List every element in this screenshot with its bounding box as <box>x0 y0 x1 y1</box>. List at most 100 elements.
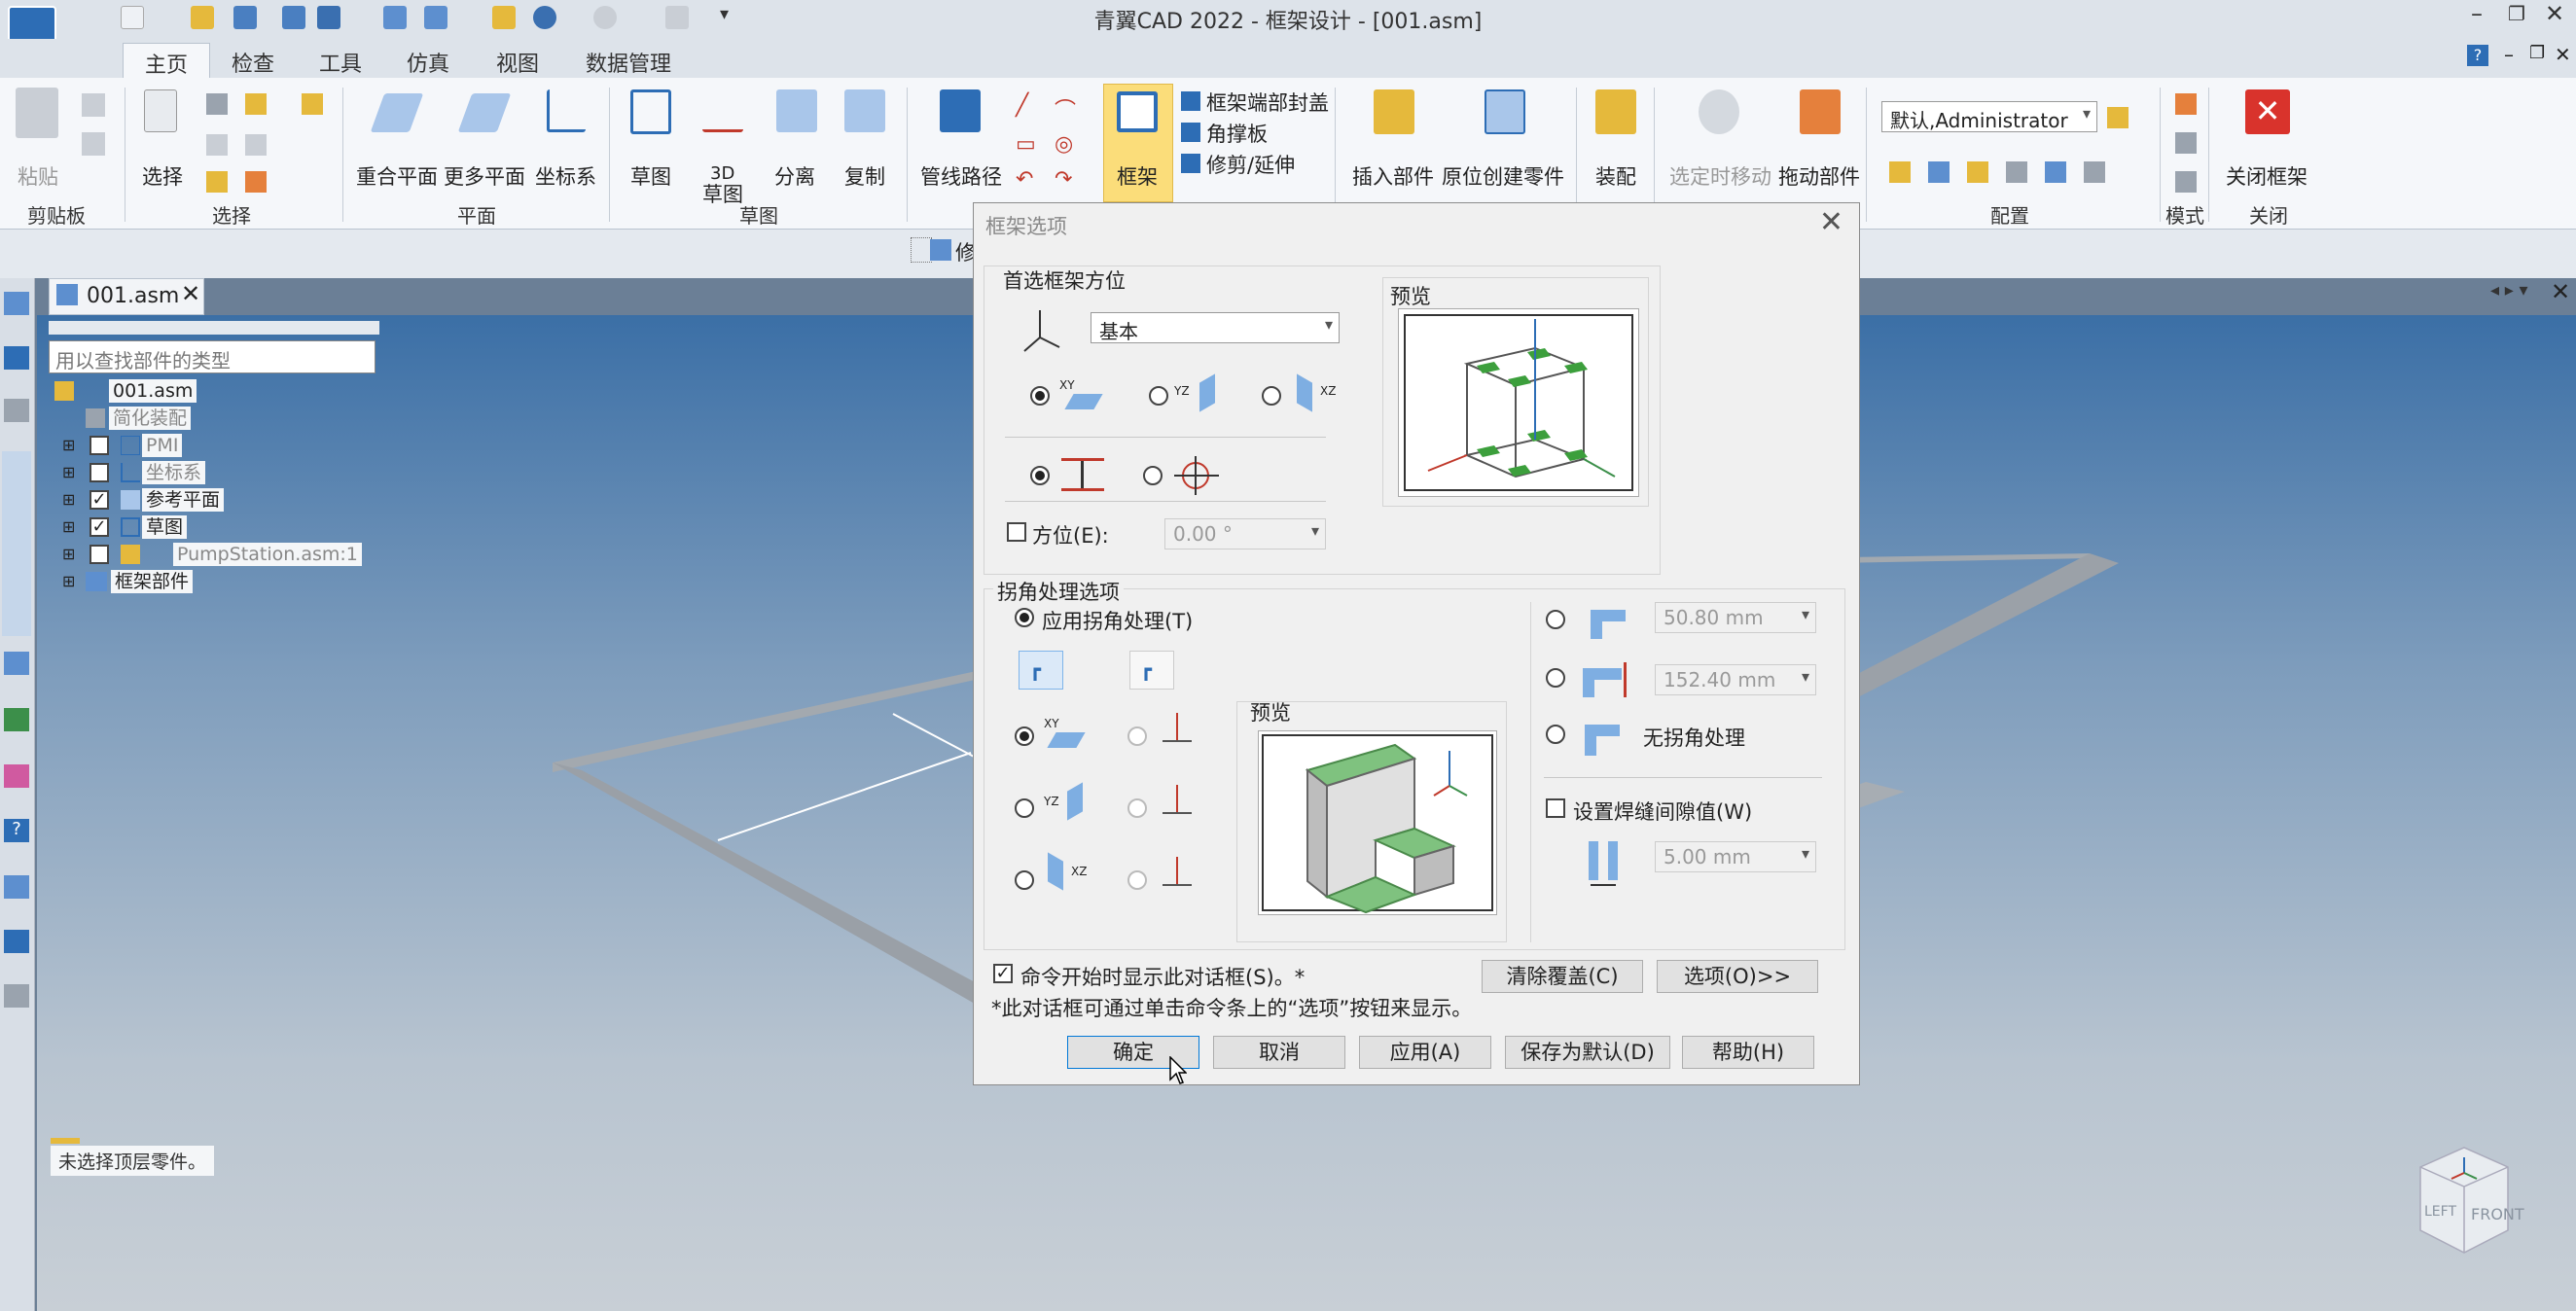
trim-extend-icon[interactable] <box>1181 154 1200 173</box>
corner-yz-alt-radio[interactable] <box>1127 798 1147 818</box>
trim-extend-button[interactable]: 修剪/延伸 <box>1206 150 1295 179</box>
sketch-3d-icon[interactable] <box>702 89 743 132</box>
expand-icon[interactable]: ⊞ <box>62 572 75 590</box>
circle-icon[interactable]: ◎ <box>1055 132 1073 157</box>
tree-item-pumpstation[interactable]: PumpStation.asm:1 <box>173 543 362 566</box>
orientation-angle-checkbox[interactable] <box>1007 522 1026 542</box>
help-button[interactable]: 帮助(H) <box>1682 1036 1814 1069</box>
minimize-icon[interactable]: – <box>2471 0 2483 27</box>
coordinate-system-icon[interactable] <box>547 89 586 132</box>
tree-item-frame-parts[interactable]: 框架部件 <box>111 570 194 593</box>
assembly-icon[interactable] <box>1595 89 1636 134</box>
config-icon-3[interactable] <box>1967 161 1988 183</box>
copy-icon[interactable] <box>82 132 105 156</box>
config-settings-icon[interactable] <box>2107 107 2129 128</box>
close-tab-icon[interactable]: ✕ <box>181 280 200 307</box>
gear-icon[interactable] <box>4 984 29 1008</box>
miter-offset-radio[interactable] <box>1546 610 1565 629</box>
frame-icon[interactable] <box>1117 91 1158 132</box>
select-move-button[interactable]: 选定时移动 <box>1669 161 1771 191</box>
corner-xy-radio[interactable] <box>1015 726 1034 746</box>
no-corner-radio[interactable] <box>1546 725 1565 744</box>
view-cube[interactable]: FRONT LEFT <box>2401 1138 2527 1264</box>
close-doc-icon[interactable]: ✕ <box>2551 278 2570 305</box>
parts-library-icon[interactable] <box>2 451 31 636</box>
tab-data-management[interactable]: 数据管理 <box>564 43 693 82</box>
tree-checkbox[interactable]: ✓ <box>89 517 109 537</box>
tab-scroll-icons[interactable]: ◂ ▸ ▾ <box>2490 280 2528 301</box>
cut-icon[interactable] <box>82 93 105 117</box>
select-filter-icon[interactable] <box>245 93 267 115</box>
help-icon[interactable]: ? <box>2467 45 2488 66</box>
corner-type-butt-button[interactable]: ┏ <box>1129 651 1174 690</box>
tree-item-root[interactable]: 001.asm <box>109 379 197 403</box>
cancel-button[interactable]: 取消 <box>1213 1036 1345 1069</box>
mode-tool-icon[interactable] <box>2175 171 2197 193</box>
wrench-icon[interactable] <box>4 399 29 422</box>
config-icon-1[interactable] <box>1889 161 1911 183</box>
select-button-label[interactable]: 选择 <box>142 161 183 191</box>
tab-view[interactable]: 视图 <box>475 43 560 82</box>
gusset-icon[interactable] <box>1181 123 1200 142</box>
help-side-icon[interactable]: ? <box>4 819 29 842</box>
profile-center-radio[interactable] <box>1030 466 1050 485</box>
dialog-close-icon[interactable]: ✕ <box>1819 205 1843 239</box>
view-cube-left[interactable]: LEFT <box>2424 1204 2456 1220</box>
gusset-button[interactable]: 角撑板 <box>1206 119 1268 148</box>
tree-resize-handle[interactable] <box>49 321 379 335</box>
copy-button[interactable]: 复制 <box>844 161 885 191</box>
save-default-button[interactable]: 保存为默认(D) <box>1505 1036 1670 1069</box>
command-bar-handle[interactable] <box>911 237 932 263</box>
miter-offset-select[interactable]: 50.80 mm ▾ <box>1655 602 1816 633</box>
command-bar-icon[interactable] <box>930 239 951 261</box>
rectangle-icon[interactable]: ▭ <box>1016 132 1036 157</box>
tab-tools[interactable]: 工具 <box>298 43 383 82</box>
split-button[interactable]: 分离 <box>774 161 815 191</box>
options-button[interactable]: 选项(O)>> <box>1657 960 1818 993</box>
doc-restore-icon[interactable]: ❐ <box>2529 43 2545 63</box>
config-icon-6[interactable] <box>2084 161 2105 183</box>
pipe-path-icon[interactable] <box>940 89 981 132</box>
apply-corner-radio[interactable] <box>1015 608 1034 627</box>
paste-button-label[interactable]: 粘贴 <box>18 161 58 191</box>
tree-item-ref-plane[interactable]: 参考平面 <box>142 488 225 512</box>
pathfinder-icon[interactable] <box>4 292 29 315</box>
features-icon[interactable] <box>4 652 29 675</box>
expand-icon[interactable]: ⊞ <box>62 436 75 454</box>
mode-grid-icon[interactable] <box>2175 93 2197 115</box>
expand-icon[interactable]: ⊞ <box>62 463 75 481</box>
close-window-icon[interactable]: ✕ <box>2545 0 2564 27</box>
mode-pen-icon[interactable] <box>2175 132 2197 154</box>
tab-home[interactable]: 主页 <box>123 43 211 83</box>
appearance-icon[interactable] <box>4 764 29 788</box>
layers-icon[interactable] <box>4 346 29 370</box>
family-icon[interactable] <box>4 930 29 953</box>
find-icon[interactable] <box>302 93 323 115</box>
select-box-icon[interactable] <box>206 134 228 156</box>
orientation-yz-radio[interactable] <box>1149 386 1168 406</box>
profile-point-radio[interactable] <box>1143 466 1163 485</box>
relations-icon[interactable] <box>4 875 29 899</box>
config-icon-2[interactable] <box>1928 161 1950 183</box>
close-frame-button[interactable]: 关闭框架 <box>2226 161 2308 191</box>
drag-part-icon[interactable] <box>1800 89 1841 134</box>
apply-button[interactable]: 应用(A) <box>1359 1036 1491 1069</box>
orientation-angle-select[interactable]: 0.00 ° ▾ <box>1164 518 1326 549</box>
corner-yz-radio[interactable] <box>1015 798 1034 818</box>
sketch-button[interactable]: 草图 <box>630 161 671 191</box>
orientation-select[interactable]: 基本 ▾ <box>1091 312 1340 343</box>
tree-item-simplified[interactable]: 简化装配 <box>109 407 192 430</box>
drag-part-button[interactable]: 拖动部件 <box>1778 161 1860 191</box>
select-mode-icon[interactable] <box>245 134 267 156</box>
doc-minimize-icon[interactable]: – <box>2504 43 2514 66</box>
tree-checkbox[interactable] <box>89 436 109 455</box>
coincident-plane-button[interactable]: 重合平面 <box>356 161 438 191</box>
select-color-icon[interactable] <box>245 171 267 193</box>
assembly-button[interactable]: 装配 <box>1595 161 1636 191</box>
tree-item-sketch[interactable]: 草图 <box>142 515 188 539</box>
tree-checkbox[interactable] <box>89 463 109 482</box>
sketch-icon[interactable] <box>630 89 671 134</box>
frame-end-cap-icon[interactable] <box>1181 91 1200 111</box>
copy-sketch-icon[interactable] <box>844 89 885 132</box>
select-highlight-icon[interactable] <box>206 171 228 193</box>
